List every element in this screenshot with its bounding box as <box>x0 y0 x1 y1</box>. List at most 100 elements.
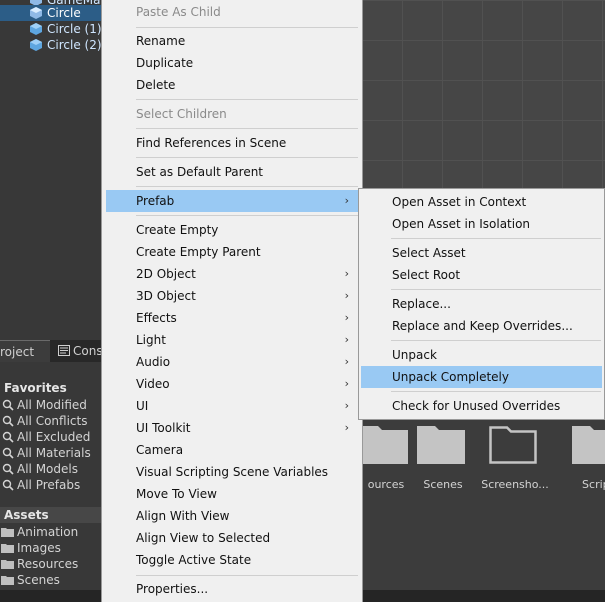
menu-item-properties[interactable]: Properties... <box>106 578 359 600</box>
prefab-submenu: Open Asset in Context Open Asset in Isol… <box>358 188 605 420</box>
menu-item-find-references[interactable]: Find References in Scene <box>106 132 359 154</box>
asset-grid-item[interactable]: Screensho... <box>481 422 549 492</box>
tab-project[interactable]: roject <box>0 340 50 363</box>
menu-item-video[interactable]: Video › <box>106 373 359 395</box>
asset-grid-label: Scenes <box>423 478 463 491</box>
submenu-item-open-in-isolation[interactable]: Open Asset in Isolation <box>361 213 602 235</box>
menu-item-toggle-active[interactable]: Toggle Active State <box>106 549 359 571</box>
hierarchy-item-selected[interactable]: Circle <box>0 5 102 21</box>
favorite-label: All Conflicts <box>17 414 88 428</box>
favorite-label: All Excluded <box>17 430 91 444</box>
menu-separator <box>136 99 358 100</box>
asset-grid-label: Script <box>582 478 605 491</box>
menu-item-visual-scripting[interactable]: Visual Scripting Scene Variables <box>106 461 359 483</box>
menu-item-create-empty[interactable]: Create Empty <box>106 219 359 241</box>
menu-separator <box>391 289 601 290</box>
folder-icon <box>1 576 14 585</box>
hierarchy-item-label: Circle (2) <box>47 38 102 52</box>
menu-item-2d-object[interactable]: 2D Object › <box>106 263 359 285</box>
folder-icon <box>572 426 605 464</box>
chevron-right-icon: › <box>344 355 349 368</box>
menu-item-move-to-view[interactable]: Move To View <box>106 483 359 505</box>
asset-folder[interactable]: Animation <box>0 524 102 540</box>
asset-grid-item[interactable]: Scenes <box>413 422 473 492</box>
menu-item-label: UI <box>136 399 149 413</box>
favorite-item[interactable]: All Conflicts <box>0 413 102 429</box>
search-icon <box>2 399 14 411</box>
submenu-item-label: Replace and Keep Overrides... <box>392 319 573 333</box>
asset-folder[interactable]: Scenes <box>0 572 102 588</box>
submenu-item-replace-keep-overrides[interactable]: Replace and Keep Overrides... <box>361 315 602 337</box>
favorite-item[interactable]: All Modified <box>0 397 102 413</box>
submenu-item-unpack-completely[interactable]: Unpack Completely <box>361 366 602 388</box>
menu-item-label: Align View to Selected <box>136 531 271 545</box>
submenu-item-label: Open Asset in Isolation <box>392 217 531 231</box>
asset-folder[interactable]: Images <box>0 540 102 556</box>
favorite-item[interactable]: All Models <box>0 461 102 477</box>
favorite-label: All Prefabs <box>17 478 81 492</box>
submenu-item-unpack[interactable]: Unpack <box>361 344 602 366</box>
menu-item-align-view-to-selected[interactable]: Align View to Selected <box>106 527 359 549</box>
menu-item-label: 3D Object <box>136 289 196 303</box>
folder-icon <box>417 426 465 464</box>
project-tree: Favorites All Modified All Conflicts All… <box>0 362 102 590</box>
menu-item-ui[interactable]: UI › <box>106 395 359 417</box>
submenu-item-label: Open Asset in Context <box>392 195 527 209</box>
asset-folder-label: Animation <box>17 525 79 539</box>
asset-folder-label: Images <box>17 541 61 555</box>
tab-project-label: roject <box>0 345 35 359</box>
menu-item-prefab[interactable]: Prefab › <box>106 190 359 212</box>
tab-console[interactable]: Cons <box>55 340 103 362</box>
asset-grid-item[interactable]: Script <box>568 422 605 492</box>
submenu-item-select-asset[interactable]: Select Asset <box>361 242 602 264</box>
menu-item-rename[interactable]: Rename <box>106 30 359 52</box>
asset-grid-label: Screensho... <box>481 478 549 491</box>
menu-item-label: 2D Object <box>136 267 196 281</box>
hierarchy-item[interactable]: Circle (2) <box>0 37 102 53</box>
menu-item-audio[interactable]: Audio › <box>106 351 359 373</box>
chevron-right-icon: › <box>344 267 349 280</box>
folder-icon <box>360 426 408 464</box>
assets-heading[interactable]: Assets <box>0 507 102 523</box>
menu-separator <box>136 575 358 576</box>
submenu-item-open-in-context[interactable]: Open Asset in Context <box>361 191 602 213</box>
folder-icon <box>1 560 14 569</box>
menu-separator <box>136 186 358 187</box>
menu-item-3d-object[interactable]: 3D Object › <box>106 285 359 307</box>
folder-icon <box>1 544 14 553</box>
menu-item-label: Create Empty Parent <box>136 245 261 259</box>
menu-separator <box>391 238 601 239</box>
asset-folder[interactable]: Resources <box>0 556 102 572</box>
tab-console-label: Cons <box>73 344 103 358</box>
submenu-item-replace[interactable]: Replace... <box>361 293 602 315</box>
menu-item-duplicate[interactable]: Duplicate <box>106 52 359 74</box>
favorite-item[interactable]: All Excluded <box>0 429 102 445</box>
scene-view[interactable] <box>362 0 605 190</box>
favorite-item[interactable]: All Materials <box>0 445 102 461</box>
hierarchy-item-label: Circle <box>47 6 81 20</box>
menu-item-delete[interactable]: Delete <box>106 74 359 96</box>
search-icon <box>2 415 14 427</box>
menu-separator <box>391 340 601 341</box>
menu-item-create-empty-parent[interactable]: Create Empty Parent <box>106 241 359 263</box>
chevron-right-icon: › <box>344 311 349 324</box>
submenu-item-check-unused-overrides[interactable]: Check for Unused Overrides <box>361 395 602 417</box>
menu-item-camera[interactable]: Camera <box>106 439 359 461</box>
menu-item-set-default-parent[interactable]: Set as Default Parent <box>106 161 359 183</box>
menu-item-label: Camera <box>136 443 184 457</box>
submenu-item-select-root[interactable]: Select Root <box>361 264 602 286</box>
asset-folder-label: Resources <box>17 557 79 571</box>
menu-item-light[interactable]: Light › <box>106 329 359 351</box>
menu-item-label: Delete <box>136 78 176 92</box>
favorite-item[interactable]: All Prefabs <box>0 477 102 493</box>
search-icon <box>2 431 14 443</box>
menu-item-effects[interactable]: Effects › <box>106 307 359 329</box>
menu-separator <box>136 215 358 216</box>
menu-item-label: Paste As Child <box>136 5 221 19</box>
favorites-heading[interactable]: Favorites <box>0 380 102 396</box>
menu-item-label: Align With View <box>136 509 230 523</box>
menu-item-ui-toolkit[interactable]: UI Toolkit › <box>106 417 359 439</box>
hierarchy-item[interactable]: Circle (1) <box>0 21 102 37</box>
menu-item-align-with-view[interactable]: Align With View <box>106 505 359 527</box>
submenu-item-label: Unpack <box>392 348 437 362</box>
